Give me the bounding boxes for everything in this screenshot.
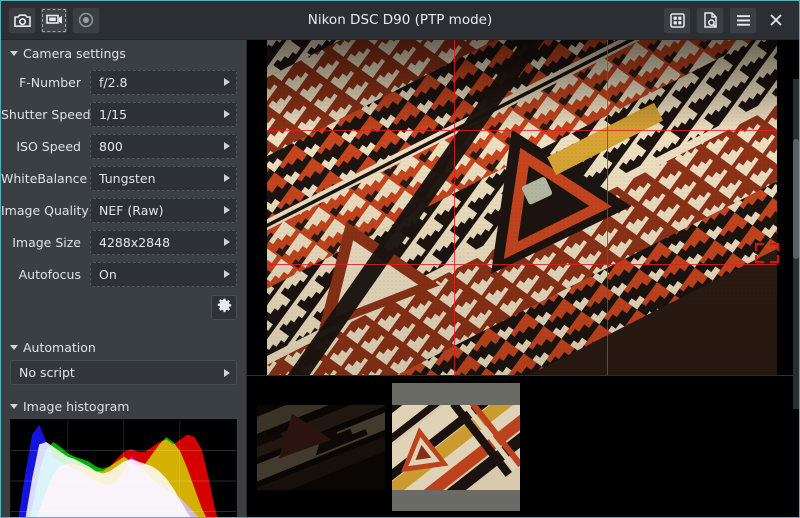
settings-sidebar: Camera settings F-Number f/2.8 Shutter S… — [1, 40, 247, 518]
combo-script[interactable]: No script — [10, 360, 237, 385]
chevron-right-icon — [224, 238, 230, 246]
titlebar-left-toolbar — [1, 7, 100, 34]
monitor-icon — [46, 13, 63, 27]
chevron-down-icon — [10, 404, 18, 409]
thumbnail-strip[interactable] — [247, 375, 799, 518]
page-zoom-button[interactable] — [696, 7, 724, 34]
af-corner-bottom-right — [770, 255, 779, 263]
setting-row-image-size: Image Size 4288x2848 — [1, 226, 246, 258]
value-image-quality: NEF (Raw) — [99, 203, 224, 218]
af-corner-bottom-left — [755, 255, 764, 263]
camera-settings-header[interactable]: Camera settings — [1, 40, 246, 66]
live-preview-panel[interactable] — [247, 40, 799, 375]
preview-icon-button[interactable] — [40, 7, 68, 34]
combo-shutter-speed[interactable]: 1/15 — [90, 102, 237, 127]
combo-image-size[interactable]: 4288x2848 — [90, 230, 237, 255]
title-bar: Nikon DSC D90 (PTP mode) — [1, 1, 799, 40]
close-button[interactable] — [762, 7, 790, 34]
hamburger-icon — [736, 14, 751, 27]
setting-row-f-number: F-Number f/2.8 — [1, 66, 246, 98]
setting-row-white-balance: WhiteBalance Tungsten — [1, 162, 246, 194]
record-circle-icon — [78, 12, 94, 28]
camera-settings-button[interactable] — [211, 295, 237, 320]
setting-row-shutter-speed: Shutter Speed 1/15 — [1, 98, 246, 130]
automation-section: Automation No script — [1, 334, 246, 385]
value-shutter-speed: 1/15 — [99, 107, 224, 122]
chevron-right-icon — [224, 78, 230, 86]
chevron-right-icon — [224, 270, 230, 278]
label-white-balance: WhiteBalance — [1, 171, 90, 186]
capture-icon-button[interactable] — [8, 7, 36, 34]
scrollbar-knob[interactable] — [793, 139, 799, 259]
af-corner-top-right — [770, 243, 779, 251]
setting-row-autofocus: Autofocus On — [1, 258, 246, 290]
value-iso-speed: 800 — [99, 139, 224, 154]
label-f-number: F-Number — [1, 75, 90, 90]
combo-image-quality[interactable]: NEF (Raw) — [90, 198, 237, 223]
histogram-title: Image histogram — [23, 399, 130, 414]
chevron-right-icon — [224, 142, 230, 150]
grid-view-button[interactable] — [663, 7, 691, 34]
grid-line-horizontal-1 — [267, 130, 777, 131]
label-image-quality: Image Quality — [1, 203, 90, 218]
preview-image — [267, 40, 777, 375]
thumbnail-1[interactable] — [257, 405, 385, 490]
menu-button[interactable] — [729, 7, 757, 34]
thumbnail-2[interactable] — [392, 383, 520, 511]
thumbnail-2-image — [392, 405, 520, 490]
close-icon — [770, 14, 782, 26]
histogram-svg — [11, 420, 236, 518]
record-icon-button[interactable] — [72, 7, 100, 34]
label-image-size: Image Size — [1, 235, 90, 250]
chevron-down-icon — [10, 345, 18, 350]
document-zoom-icon — [703, 12, 718, 28]
value-f-number: f/2.8 — [99, 75, 224, 90]
grid-line-vertical-2 — [607, 40, 608, 375]
combo-autofocus[interactable]: On — [90, 262, 237, 287]
grid-icon — [670, 13, 685, 28]
image-histogram-chart — [10, 419, 237, 518]
thumbnail-2-inner — [392, 405, 520, 490]
value-script: No script — [19, 365, 224, 380]
chevron-right-icon — [224, 110, 230, 118]
grid-line-vertical-1 — [454, 40, 455, 375]
chevron-down-icon — [10, 51, 18, 56]
automation-header[interactable]: Automation — [1, 334, 246, 360]
preview-scrollbar[interactable] — [793, 79, 799, 409]
autofocus-marker — [755, 243, 779, 263]
label-autofocus: Autofocus — [1, 267, 90, 282]
entangle-window: Nikon DSC D90 (PTP mode) — [0, 0, 800, 518]
value-white-balance: Tungsten — [99, 171, 224, 186]
automation-title: Automation — [23, 340, 96, 355]
gear-icon — [217, 298, 232, 317]
setting-row-iso-speed: ISO Speed 800 — [1, 130, 246, 162]
af-corner-top-left — [755, 243, 764, 251]
label-iso-speed: ISO Speed — [1, 139, 90, 154]
chevron-right-icon — [224, 206, 230, 214]
chevron-right-icon — [224, 369, 230, 377]
chevron-right-icon — [224, 174, 230, 182]
value-image-size: 4288x2848 — [99, 235, 224, 250]
setting-row-image-quality: Image Quality NEF (Raw) — [1, 194, 246, 226]
grid-line-horizontal-2 — [267, 264, 777, 265]
histogram-header[interactable]: Image histogram — [1, 393, 246, 419]
combo-iso-speed[interactable]: 800 — [90, 134, 237, 159]
thumbnail-1-image — [257, 405, 385, 490]
main-area — [247, 40, 799, 518]
rug-photo — [267, 40, 777, 375]
combo-white-balance[interactable]: Tungsten — [90, 166, 237, 191]
label-shutter-speed: Shutter Speed — [1, 107, 90, 122]
value-autofocus: On — [99, 267, 224, 282]
combo-f-number[interactable]: f/2.8 — [90, 70, 237, 95]
camera-settings-title: Camera settings — [23, 46, 126, 61]
camera-icon — [14, 13, 31, 28]
settings-button-row — [1, 290, 246, 320]
titlebar-right-toolbar — [663, 7, 799, 34]
histogram-section: Image histogram — [1, 393, 246, 518]
